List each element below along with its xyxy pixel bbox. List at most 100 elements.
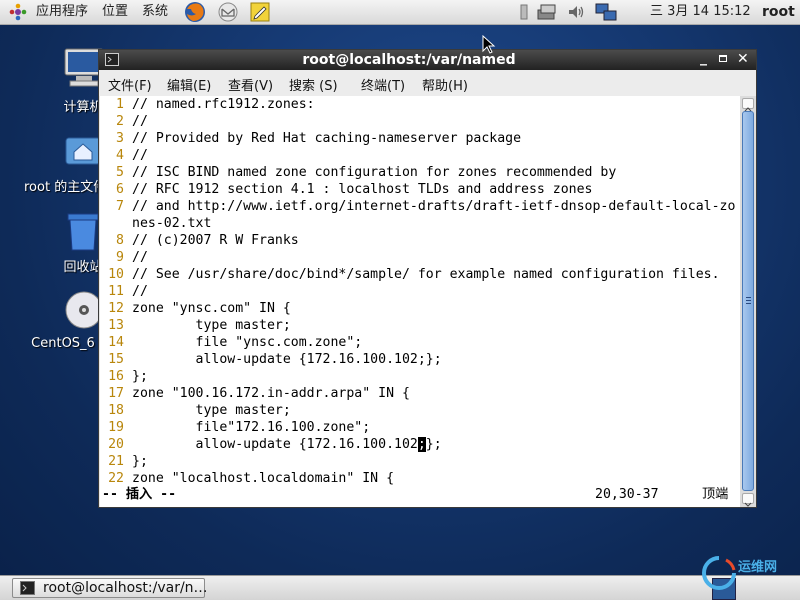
- scroll-down-arrow[interactable]: [742, 493, 754, 507]
- menu-help[interactable]: 帮助(H): [422, 75, 468, 94]
- terminal-line: 18 type master;: [100, 402, 291, 419]
- trash-icon: [67, 213, 99, 251]
- line-text: type master;: [132, 403, 291, 418]
- terminal-line: 6 // RFC 1912 section 4.1 : localhost TLD…: [100, 181, 593, 198]
- notes-icon[interactable]: [249, 1, 271, 23]
- scrollbar-thumb[interactable]: [742, 111, 754, 491]
- line-number: 6: [116, 182, 124, 197]
- terminal-line: 3 // Provided by Red Hat caching-nameserv…: [100, 130, 521, 147]
- applications-logo-icon[interactable]: [8, 2, 28, 22]
- firefox-icon[interactable]: [183, 0, 207, 24]
- terminal-content[interactable]: 1 // named.rfc1912.zones: 2 // 3 // Provided …: [100, 96, 740, 507]
- line-number: 9: [116, 250, 124, 265]
- window-titlebar[interactable]: root@localhost:/var/named _ ✕: [99, 50, 756, 70]
- terminal-line: 19 file"172.16.100.zone";: [100, 419, 370, 436]
- terminal-line: 20 allow-update {172.16.100.102;};: [100, 436, 442, 453]
- terminal-line: 17 zone "100.16.172.in-addr.arpa" IN {: [100, 385, 410, 402]
- terminal-line: nes-02.txt: [100, 215, 211, 232]
- terminal-line: 16};: [100, 368, 148, 385]
- line-number: 10: [108, 267, 124, 282]
- line-number: 19: [108, 420, 124, 435]
- menu-search[interactable]: 搜索 (S): [289, 75, 338, 94]
- line-text: nes-02.txt: [132, 216, 212, 231]
- terminal-line: 15 allow-update {172.16.100.102;};: [100, 351, 442, 368]
- line-text: zone "ynsc.com" IN {: [132, 301, 291, 316]
- line-text: //: [132, 114, 148, 129]
- desktop-icon-label: CentOS_6: [31, 336, 95, 351]
- line-text: allow-update {172.16.100.102;};: [132, 352, 442, 367]
- taskbar-button-terminal[interactable]: root@localhost:/var/n…: [12, 578, 208, 599]
- line-text: };: [132, 454, 148, 469]
- line-number: 16: [108, 369, 124, 384]
- bottom-panel: root@localhost:/var/n…: [0, 575, 800, 600]
- line-number: 13: [108, 318, 124, 333]
- volume-icon[interactable]: [566, 2, 586, 22]
- line-text: // ISC BIND named zone configuration for…: [132, 165, 617, 180]
- panel-separator-icon: [518, 2, 530, 22]
- line-text: //: [132, 148, 148, 163]
- text-cursor: ;: [417, 437, 426, 452]
- line-number: 11: [108, 284, 124, 299]
- network-manager-icon[interactable]: [594, 2, 618, 22]
- mail-icon[interactable]: [217, 1, 239, 23]
- terminal-line: 12 zone "ynsc.com" IN {: [100, 300, 291, 317]
- line-text: // RFC 1912 section 4.1 : localhost TLDs…: [132, 182, 593, 197]
- user-name[interactable]: root: [762, 4, 795, 20]
- minimize-button[interactable]: _: [700, 50, 707, 66]
- desktop-icon-computer[interactable]: 计算机: [20, 44, 110, 115]
- vim-status-line: -- 插入 -- 20,30-37 顶端: [100, 486, 740, 503]
- terminal-line: 11 //: [100, 283, 148, 300]
- menu-system[interactable]: 系统: [142, 4, 168, 20]
- menu-terminal[interactable]: 终端(T): [361, 75, 405, 94]
- line-text-after-cursor: };: [425, 437, 442, 452]
- terminal-line: 21};: [100, 453, 148, 470]
- scroll-up-arrow[interactable]: [742, 98, 754, 112]
- desktop-icon-home[interactable]: root 的主文件夹: [20, 128, 119, 195]
- top-panel: 应用程序 位置 系统 三 3月 14 15:12 root: [0, 0, 800, 25]
- line-text: //: [132, 284, 148, 299]
- terminal-scrollbar[interactable]: [740, 96, 756, 507]
- line-number: 15: [108, 352, 124, 367]
- terminal-line: 9 //: [100, 249, 148, 266]
- desktop-icon-trash[interactable]: 回收站: [20, 208, 110, 275]
- line-number: 2: [116, 114, 124, 129]
- line-text: // (c)2007 R W Franks: [132, 233, 299, 248]
- line-text: // and http://www.ietf.org/internet-draf…: [132, 199, 736, 214]
- desktop-icon-cdrom[interactable]: CentOS_6: [20, 288, 110, 354]
- clock[interactable]: 三 3月 14 15:12: [650, 4, 751, 20]
- line-text: // See /usr/share/doc/bind*/sample/ for …: [132, 267, 720, 282]
- line-number: 1: [116, 97, 124, 112]
- line-number: 21: [108, 454, 124, 469]
- taskbar-button-label: root@localhost:/var/n…: [43, 580, 208, 596]
- menu-file[interactable]: 文件(F): [108, 75, 152, 94]
- network-icon[interactable]: [536, 2, 560, 22]
- line-number: 18: [108, 403, 124, 418]
- menu-view[interactable]: 查看(V): [228, 75, 273, 94]
- watermark-logo: 运维网: [700, 552, 796, 598]
- line-number: 8: [116, 233, 124, 248]
- line-number: 17: [108, 386, 124, 401]
- terminal-line: 5 // ISC BIND named zone configuration fo…: [100, 164, 616, 181]
- terminal-line: 7 // and http://www.ietf.org/internet-dra…: [100, 198, 735, 215]
- menu-places[interactable]: 位置: [102, 4, 128, 20]
- line-text: // Provided by Red Hat caching-nameserve…: [132, 131, 522, 146]
- menu-edit[interactable]: 编辑(E): [167, 75, 211, 94]
- terminal-line: 22 zone "localhost.localdomain" IN {: [100, 470, 394, 487]
- line-number: 22: [108, 471, 124, 486]
- line-text: type master;: [132, 318, 291, 333]
- vim-scroll-position: 顶端: [702, 487, 729, 502]
- line-text: };: [132, 369, 148, 384]
- menu-applications[interactable]: 应用程序: [36, 4, 88, 20]
- window-menubar: 文件(F) 编辑(E) 查看(V) 搜索 (S) 终端(T) 帮助(H): [99, 70, 756, 96]
- line-text: zone "100.16.172.in-addr.arpa" IN {: [132, 386, 410, 401]
- vim-mode: -- 插入 --: [102, 487, 177, 502]
- line-number: 3: [116, 131, 124, 146]
- close-button[interactable]: ✕: [737, 51, 749, 67]
- terminal-line: 8 // (c)2007 R W Franks: [100, 232, 299, 249]
- vim-cursor-position: 20,30-37: [595, 487, 659, 502]
- terminal-icon: [20, 581, 35, 599]
- maximize-button[interactable]: [719, 55, 727, 62]
- line-number: 12: [108, 301, 124, 316]
- line-text: file "ynsc.com.zone";: [132, 335, 363, 350]
- line-number: 5: [116, 165, 124, 180]
